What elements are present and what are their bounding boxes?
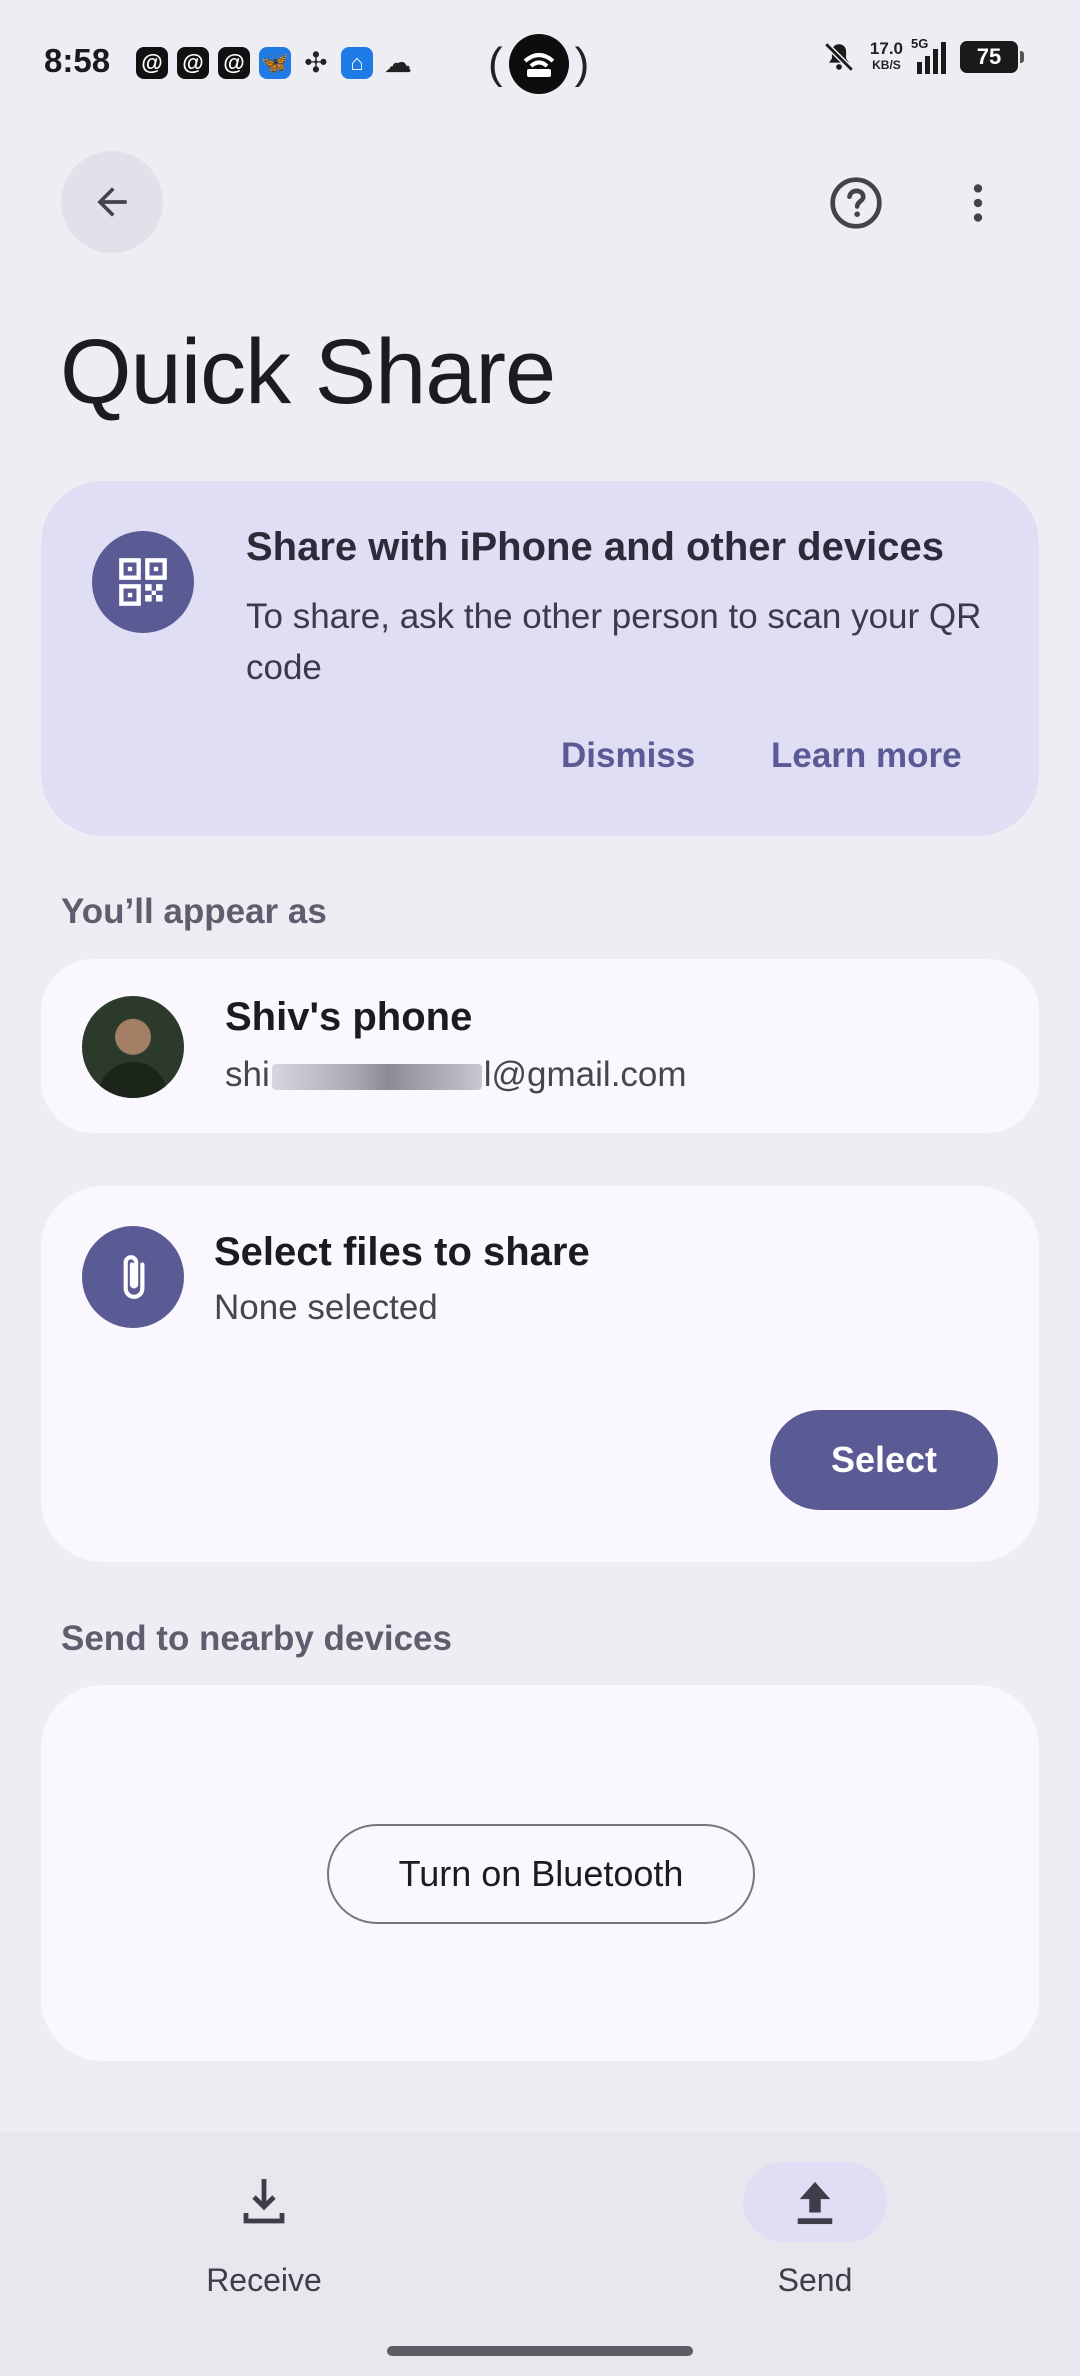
help-icon xyxy=(830,177,882,229)
signal-icon: 5G xyxy=(911,36,946,74)
promo-card: Share with iPhone and other devices To s… xyxy=(41,481,1039,836)
status-bar: 8:58 @ @ @ 🦋 ✣ ⌂ ☁ ( ) 17.0 KB/S 5G 75 xyxy=(0,0,1080,130)
select-files-card: Select files to share None selected Sele… xyxy=(41,1186,1039,1562)
profile-card[interactable]: Shiv's phone shi l@gmail.com xyxy=(41,959,1039,1133)
qr-code-icon xyxy=(92,531,194,633)
receive-icon xyxy=(192,2162,336,2242)
pinwheel-icon: ✣ xyxy=(304,47,328,78)
bluesky-icon: 🦋 xyxy=(259,47,291,79)
status-right-icons: 17.0 KB/S 5G 75 xyxy=(822,36,1024,74)
nearby-devices-card: Turn on Bluetooth xyxy=(41,1685,1039,2061)
promo-body: To share, ask the other person to scan y… xyxy=(246,597,982,687)
selection-status: None selected xyxy=(214,1288,438,1327)
threads-icon: @ xyxy=(136,47,168,79)
attachment-icon xyxy=(82,1226,184,1328)
hotspot-app-icon: ⌂ xyxy=(341,47,373,79)
threads-icon: @ xyxy=(218,47,250,79)
network-speed: 17.0 KB/S xyxy=(869,39,903,72)
dismiss-button[interactable]: Dismiss xyxy=(561,736,695,776)
appear-as-label: You’ll appear as xyxy=(61,892,327,931)
select-files-title: Select files to share xyxy=(214,1230,590,1274)
more-vert-icon xyxy=(973,184,983,222)
battery-icon: 75 xyxy=(960,41,1024,73)
page-title: Quick Share xyxy=(60,321,556,423)
nav-receive[interactable]: Receive xyxy=(114,2132,414,2342)
cloud-icon: ☁ xyxy=(384,47,412,78)
hotspot-indicator[interactable]: ( ) xyxy=(488,34,589,94)
promo-title: Share with iPhone and other devices xyxy=(246,525,944,569)
mute-notifications-icon xyxy=(824,42,854,72)
account-email: shi l@gmail.com xyxy=(225,1055,687,1094)
bottom-navigation: Receive Send xyxy=(0,2132,1080,2376)
notification-icons: @ @ @ 🦋 ✣ ⌂ ☁ xyxy=(136,47,414,79)
learn-more-button[interactable]: Learn more xyxy=(771,736,962,776)
select-button[interactable]: Select xyxy=(770,1410,998,1510)
avatar xyxy=(82,996,184,1098)
threads-icon: @ xyxy=(177,47,209,79)
send-icon xyxy=(743,2162,887,2242)
turn-on-bluetooth-button[interactable]: Turn on Bluetooth xyxy=(327,1824,755,1924)
nav-receive-label: Receive xyxy=(206,2262,322,2298)
home-indicator[interactable] xyxy=(387,2346,693,2356)
help-button[interactable] xyxy=(818,165,894,241)
more-options-button[interactable] xyxy=(940,165,1016,241)
back-button[interactable] xyxy=(61,151,163,253)
redacted-email-segment xyxy=(271,1063,482,1090)
nav-send[interactable]: Send xyxy=(665,2132,965,2342)
device-name: Shiv's phone xyxy=(225,995,473,1039)
nearby-devices-label: Send to nearby devices xyxy=(61,1619,452,1658)
hotspot-icon xyxy=(508,34,569,94)
arrow-back-icon xyxy=(97,187,127,217)
nav-send-label: Send xyxy=(777,2262,853,2298)
status-time: 8:58 xyxy=(44,42,111,79)
